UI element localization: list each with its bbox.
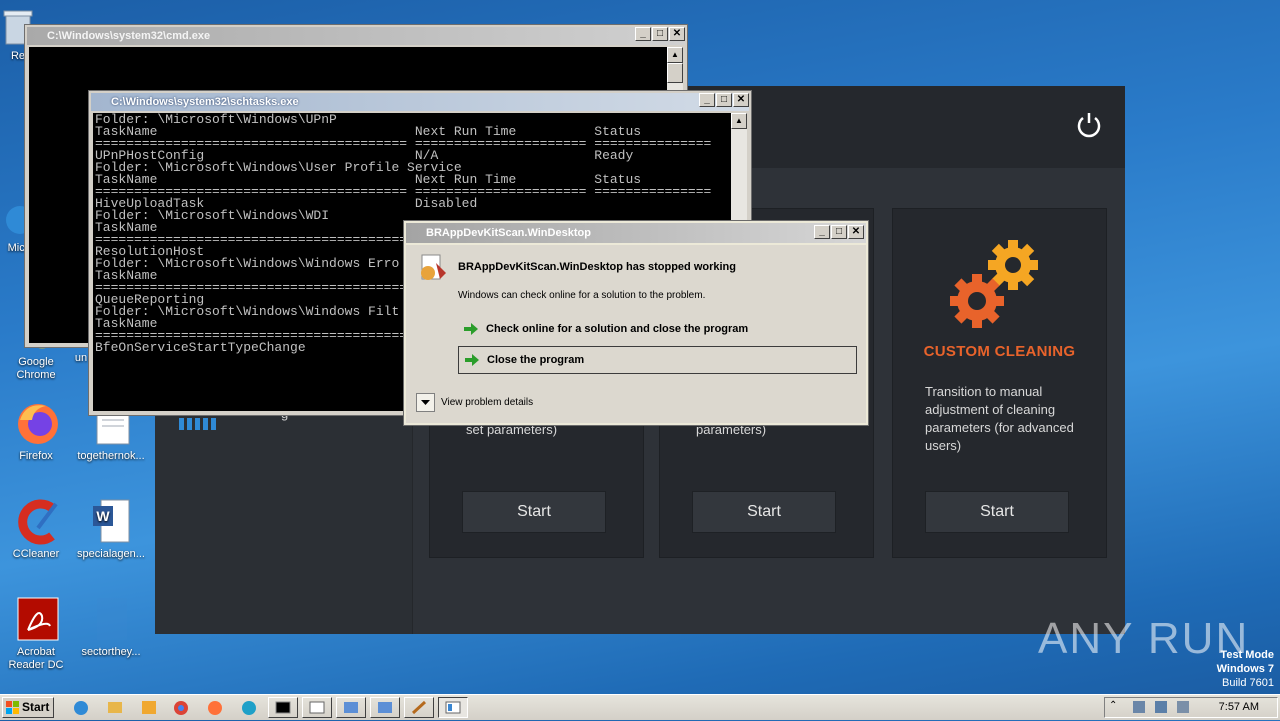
green-arrow-icon	[465, 354, 479, 366]
scroll-up-icon[interactable]: ▲	[667, 47, 683, 63]
app-taskbar-button-2[interactable]	[370, 697, 400, 718]
word-document-icon: W	[87, 498, 135, 546]
schtasks-title[interactable]: C:\Windows\system32\schtasks.exe	[91, 93, 749, 111]
dialog-taskbar-button[interactable]	[438, 697, 468, 718]
close-button[interactable]: ✕	[733, 93, 749, 107]
window-controls: _ □ ✕	[698, 93, 749, 107]
volume-icon[interactable]	[1177, 701, 1189, 713]
close-program-option[interactable]: Close the program	[458, 346, 857, 374]
desktop-icon-label: CCleaner	[12, 548, 60, 560]
start-label: Start	[22, 700, 50, 714]
cmd-title[interactable]: C:\Windows\system32\cmd.exe	[27, 27, 685, 45]
ie-icon[interactable]	[66, 697, 96, 718]
taskbar: Start ⌃ 7:57 AM	[0, 694, 1280, 720]
network-icon[interactable]	[1133, 701, 1145, 713]
check-online-label: Check online for a solution and close th…	[486, 323, 749, 335]
acrobat-icon	[12, 596, 60, 644]
minimize-button[interactable]: _	[814, 225, 830, 239]
firefox-taskbar-icon[interactable]	[200, 697, 230, 718]
desktop-icon-acrobat[interactable]: Acrobat Reader DC	[0, 596, 74, 672]
program-error-icon	[418, 253, 448, 283]
scroll-thumb[interactable]	[667, 63, 683, 83]
schtasks-taskbar-button[interactable]	[302, 697, 332, 718]
firefox-icon	[12, 400, 60, 448]
power-icon[interactable]	[1075, 110, 1103, 138]
watermark-line-3: Build 7601	[1222, 677, 1274, 689]
maximize-button[interactable]: □	[716, 93, 732, 107]
cmd-taskbar-button[interactable]	[268, 697, 298, 718]
start-button[interactable]: Start	[692, 491, 836, 533]
app-taskbar-button-1[interactable]	[336, 697, 366, 718]
cleaner-taskbar-button[interactable]	[404, 697, 434, 718]
progress-bars-icon	[179, 418, 219, 430]
desktop-icon-firefox[interactable]: Firefox	[0, 400, 74, 463]
clock[interactable]: 7:57 AM	[1219, 701, 1259, 713]
view-details-toggle[interactable]: View problem details	[416, 393, 616, 413]
cleaning-card-custom: CUSTOM CLEANING Transition to manual adj…	[892, 208, 1107, 558]
close-button[interactable]: ✕	[848, 225, 864, 239]
windows-logo-icon	[6, 701, 19, 714]
dialog-message: Windows can check online for a solution …	[458, 290, 706, 301]
expand-chevron-icon[interactable]	[416, 393, 435, 412]
ccleaner-icon	[12, 498, 60, 546]
card-title: CUSTOM CLEANING	[923, 343, 1076, 360]
dialog-title[interactable]: BRAppDevKitScan.WinDesktop	[406, 223, 866, 243]
desktop-icon-label: sectorthey...	[81, 646, 141, 658]
check-online-option[interactable]: Check online for a solution and close th…	[458, 316, 858, 344]
explorer-icon[interactable]	[100, 697, 130, 718]
desktop-icon-label: Firefox	[19, 450, 53, 462]
svg-text:W: W	[96, 508, 110, 524]
desktop-icon-ccleaner[interactable]: CCleaner	[0, 498, 74, 561]
tray-expand-icon[interactable]: ⌃	[1109, 700, 1117, 711]
edge-taskbar-icon[interactable]	[234, 697, 264, 718]
desktop-icon-specialagen[interactable]: W specialagen...	[73, 498, 149, 561]
start-button[interactable]: Start	[2, 697, 54, 718]
window-controls: _ □ ✕	[813, 225, 864, 239]
close-button[interactable]: ✕	[669, 27, 685, 41]
desktop-icon-sectorthey[interactable]: sectorthey...	[73, 596, 149, 659]
system-tray: ⌃ 7:57 AM	[1104, 697, 1278, 718]
scroll-up-icon[interactable]: ▲	[731, 113, 747, 129]
flag-icon[interactable]	[1155, 701, 1167, 713]
minimize-button[interactable]: _	[699, 93, 715, 107]
media-player-icon[interactable]	[134, 697, 164, 718]
watermark-line-1: Test Mode	[1220, 649, 1274, 661]
maximize-button[interactable]: □	[652, 27, 668, 41]
green-arrow-icon	[464, 323, 478, 335]
desktop-icon-label: Google Chrome	[16, 356, 56, 381]
chrome-taskbar-icon[interactable]	[166, 697, 196, 718]
card-description: Transition to manual adjustment of clean…	[925, 384, 1074, 453]
watermark-line-2: Windows 7	[1216, 663, 1274, 675]
blank-file-icon	[87, 596, 135, 644]
desktop-icon-label: Acrobat Reader DC	[8, 646, 64, 671]
desktop-icon-label: specialagen...	[77, 548, 145, 560]
start-button[interactable]: Start	[462, 491, 606, 533]
close-program-label: Close the program	[487, 354, 585, 366]
window-controls: _ □ ✕	[634, 27, 685, 41]
test-mode-watermark: Test Mode Windows 7 Build 7601	[1217, 648, 1274, 690]
minimize-button[interactable]: _	[635, 27, 651, 41]
dialog-heading: BRAppDevKitScan.WinDesktop has stopped w…	[458, 261, 736, 273]
maximize-button[interactable]: □	[831, 225, 847, 239]
view-details-label: View problem details	[441, 397, 534, 408]
gears-icon	[947, 239, 1047, 335]
desktop-icon-label: togethernok...	[77, 450, 145, 462]
start-button[interactable]: Start	[925, 491, 1069, 533]
